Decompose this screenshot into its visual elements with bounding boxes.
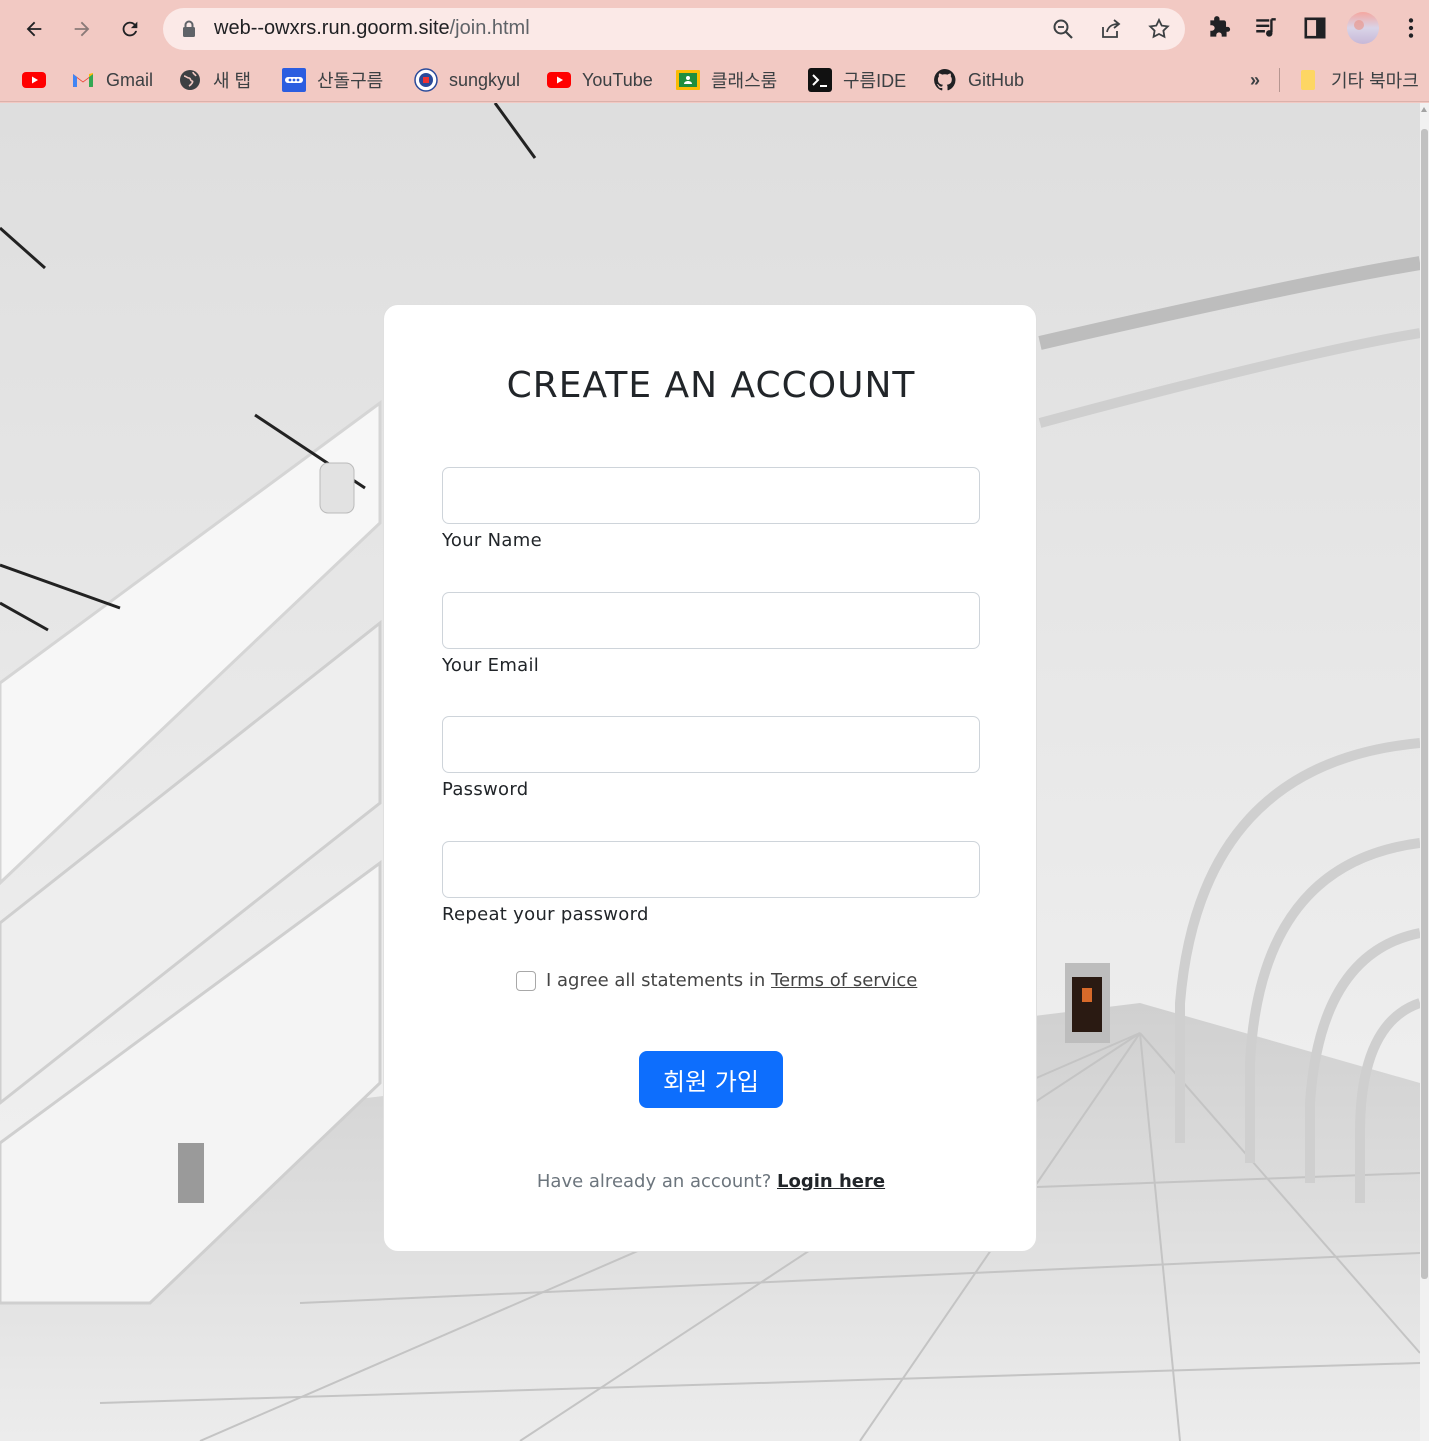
- menu-kebab-icon[interactable]: [1398, 15, 1424, 41]
- page-title: CREATE AN ACCOUNT: [506, 365, 916, 406]
- password-input[interactable]: [442, 716, 980, 773]
- folder-icon: [1301, 70, 1315, 90]
- url-host: web--owxrs.run.goorm.site: [214, 17, 450, 39]
- page-viewport: CREATE AN ACCOUNT Your Name Your Email P…: [0, 103, 1420, 1441]
- media-control-icon[interactable]: [1253, 15, 1279, 41]
- terms-of-service-link[interactable]: Terms of service: [771, 970, 917, 991]
- scrollbar-thumb[interactable]: [1421, 129, 1428, 1279]
- back-arrow-icon: [26, 21, 42, 37]
- url-text: web--owxrs.run.goorm.site/join.html: [214, 17, 530, 40]
- bookmark-label: 산돌구름: [317, 71, 384, 91]
- agree-checkbox[interactable]: [516, 970, 536, 991]
- bookmark-label: 구름IDE: [843, 71, 907, 91]
- bookmarks-bar: Gmail 새 탭 산돌구름 sungkyul YouTube 클래스룸 구름I…: [0, 58, 1429, 102]
- back-button[interactable]: [16, 11, 52, 47]
- bookmark-label: YouTube: [582, 69, 653, 90]
- overflow-chevron-icon: »: [1250, 69, 1261, 90]
- signup-button[interactable]: 회원 가입: [639, 1051, 783, 1108]
- terminal-icon: [808, 68, 832, 92]
- forward-arrow-icon: [74, 21, 90, 37]
- bookmark-label: 클래스룸: [711, 71, 778, 91]
- reload-button[interactable]: [112, 11, 148, 47]
- zoom-icon[interactable]: [1051, 17, 1075, 41]
- youtube-icon: [547, 72, 571, 88]
- password-field-group: Password: [442, 716, 980, 800]
- youtube-icon: [22, 72, 46, 88]
- bookmark-classroom[interactable]: 클래스룸: [676, 64, 777, 96]
- address-bar[interactable]: web--owxrs.run.goorm.site/join.html: [163, 8, 1185, 50]
- page-scrollbar[interactable]: [1420, 103, 1429, 1441]
- bookmark-youtube[interactable]: YouTube: [547, 64, 653, 96]
- github-icon: [934, 69, 956, 91]
- login-prompt-text: Have already an account?: [536, 1171, 777, 1192]
- side-panel-icon[interactable]: [1302, 15, 1328, 41]
- bookmark-label: 새 탭: [213, 71, 252, 91]
- profile-avatar[interactable]: [1346, 11, 1380, 45]
- lock-icon: [183, 20, 195, 37]
- signup-card: CREATE AN ACCOUNT Your Name Your Email P…: [383, 304, 1037, 1252]
- bookmark-sandoll[interactable]: 산돌구름: [282, 64, 383, 96]
- extensions-icon[interactable]: [1206, 15, 1232, 41]
- email-input[interactable]: [442, 592, 980, 649]
- url-path: /join.html: [449, 17, 530, 39]
- login-prompt-row: Have already an account? Login here: [384, 1171, 1038, 1192]
- repeat-password-field-group: Repeat your password: [442, 841, 980, 925]
- email-field-group: Your Email: [442, 592, 980, 676]
- name-input[interactable]: [442, 467, 980, 524]
- name-field-group: Your Name: [442, 467, 980, 551]
- name-label: Your Name: [442, 530, 542, 551]
- bookmark-sungkyul[interactable]: sungkyul: [414, 64, 520, 96]
- reload-icon: [122, 21, 138, 37]
- email-label: Your Email: [442, 655, 540, 676]
- bookmark-goorm-ide[interactable]: 구름IDE: [808, 64, 906, 96]
- login-link[interactable]: Login here: [777, 1171, 885, 1192]
- bookmarks-divider: [1279, 68, 1280, 92]
- forward-button[interactable]: [64, 11, 100, 47]
- bookmark-label: GitHub: [968, 69, 1025, 90]
- globe-icon: [180, 70, 200, 90]
- agree-text: I agree all statements in: [546, 970, 772, 991]
- other-bookmarks-label: 기타 북마크: [1331, 71, 1419, 91]
- share-icon[interactable]: [1099, 17, 1123, 41]
- bookmark-new-tab[interactable]: 새 탭: [178, 64, 251, 96]
- bookmark-youtube-icon-only[interactable]: [22, 64, 57, 96]
- bookmark-label: sungkyul: [449, 69, 521, 90]
- scroll-up-arrow-icon[interactable]: [1421, 107, 1427, 112]
- gmail-icon: [73, 73, 93, 87]
- repeat-password-input[interactable]: [442, 841, 980, 898]
- other-bookmarks-folder[interactable]: 기타 북마크: [1296, 64, 1419, 96]
- university-seal-icon: [414, 68, 438, 92]
- browser-toolbar: web--owxrs.run.goorm.site/join.html: [0, 0, 1429, 58]
- terms-agreement: I agree all statements in Terms of servi…: [516, 970, 917, 991]
- bookmark-gmail[interactable]: Gmail: [71, 64, 153, 96]
- repeat-password-label: Repeat your password: [442, 904, 649, 925]
- bookmark-star-icon[interactable]: [1147, 17, 1171, 41]
- password-label: Password: [442, 779, 529, 800]
- bookmarks-overflow-button[interactable]: »: [1250, 64, 1260, 96]
- bookmark-github[interactable]: GitHub: [933, 64, 1024, 96]
- sandoll-icon: [282, 68, 306, 92]
- classroom-icon: [676, 70, 700, 90]
- bookmark-label: Gmail: [106, 69, 154, 90]
